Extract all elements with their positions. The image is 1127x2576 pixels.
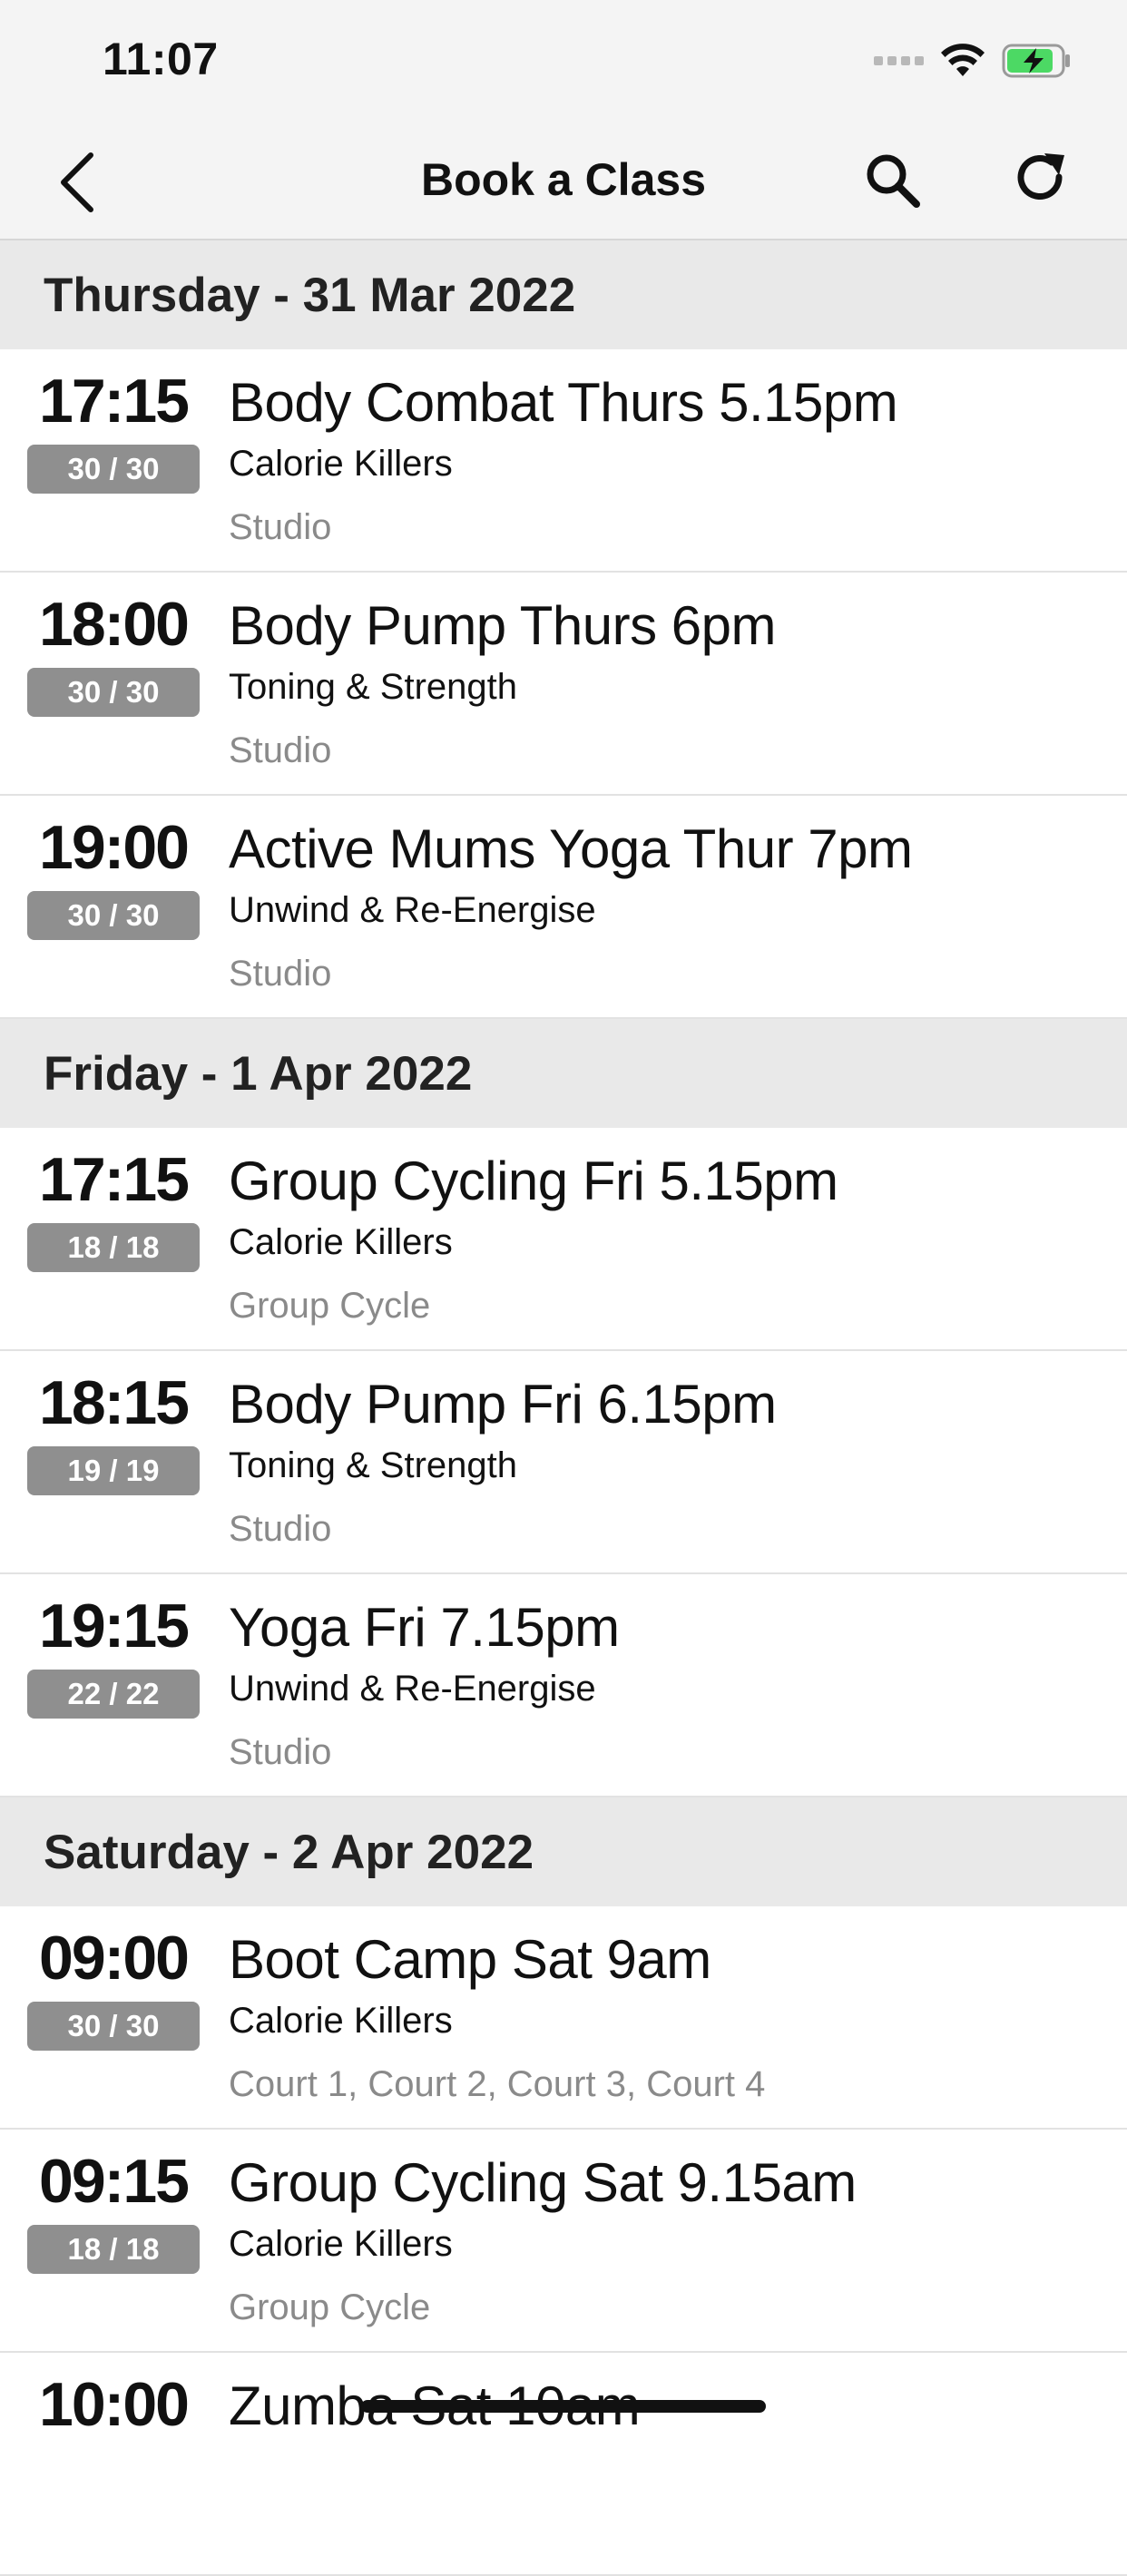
class-row[interactable]: 17:15 18 / 18 Group Cycling Fri 5.15pm C… [0,1128,1127,1351]
section-header-thursday: Thursday - 31 Mar 2022 [0,240,1127,349]
class-category: Calorie Killers [229,1222,453,1262]
class-time: 17:15 [39,367,190,436]
class-location: Group Cycle [229,2287,431,2327]
class-category: Calorie Killers [229,2001,453,2041]
battery-charging-icon [1002,44,1070,78]
wifi-icon [941,44,985,76]
spaces-badge: 18 / 18 [27,1223,200,1272]
class-location: Studio [229,507,332,547]
class-location: Studio [229,954,332,994]
class-row[interactable]: 18:00 30 / 30 Body Pump Thurs 6pm Toning… [0,573,1127,796]
spaces-badge: 30 / 30 [27,445,200,494]
class-time: 10:00 [39,2370,190,2439]
status-icons [874,38,1073,83]
navigation-bar: Book a Class [0,122,1127,240]
class-time: 19:00 [39,813,190,882]
class-category: Unwind & Re-Energise [229,890,596,930]
status-time: 11:07 [103,34,219,84]
class-row[interactable]: 10:00 Zumba Sat 10am [0,2353,1127,2576]
spaces-badge: 30 / 30 [27,891,200,940]
spaces-badge: 30 / 30 [27,668,200,717]
page-title: Book a Class [420,154,706,205]
class-location: Studio [229,1509,332,1549]
class-category: Toning & Strength [229,667,517,707]
spaces-badge: 22 / 22 [27,1670,200,1719]
section-header-saturday: Saturday - 2 Apr 2022 [0,1797,1127,1906]
class-name: Active Mums Yoga Thur 7pm [229,818,913,879]
section-header-friday: Friday - 1 Apr 2022 [0,1019,1127,1128]
class-name: Body Pump Fri 6.15pm [229,1374,777,1435]
class-name: Group Cycling Sat 9.15am [229,2152,857,2213]
spaces-badge: 19 / 19 [27,1446,200,1495]
class-location: Studio [229,730,332,770]
class-list: Thursday - 31 Mar 2022 17:15 30 / 30 Bod… [0,240,1127,2576]
class-name: Boot Camp Sat 9am [229,1929,711,1990]
class-row[interactable]: 17:15 30 / 30 Body Combat Thurs 5.15pm C… [0,349,1127,573]
class-category: Calorie Killers [229,2224,453,2264]
class-row[interactable]: 18:15 19 / 19 Body Pump Fri 6.15pm Tonin… [0,1351,1127,1574]
home-indicator[interactable] [361,2400,766,2413]
class-row[interactable]: 09:15 18 / 18 Group Cycling Sat 9.15am C… [0,2130,1127,2353]
class-time: 17:15 [39,1145,190,1214]
refresh-icon[interactable] [1012,150,1070,208]
class-name: Group Cycling Fri 5.15pm [229,1151,838,1211]
status-bar: 11:07 [0,0,1127,122]
class-time: 18:00 [39,590,190,659]
class-category: Toning & Strength [229,1445,517,1485]
spaces-badge: 18 / 18 [27,2225,200,2274]
class-time: 09:15 [39,2147,190,2216]
class-name: Body Combat Thurs 5.15pm [229,372,898,433]
class-category: Calorie Killers [229,444,453,484]
class-row[interactable]: 19:00 30 / 30 Active Mums Yoga Thur 7pm … [0,796,1127,1019]
spaces-badge: 30 / 30 [27,2002,200,2051]
search-icon[interactable] [862,150,924,211]
class-name: Yoga Fri 7.15pm [229,1597,620,1658]
class-time: 18:15 [39,1368,190,1437]
class-time: 19:15 [39,1592,190,1660]
class-category: Unwind & Re-Energise [229,1669,596,1709]
class-row[interactable]: 09:00 30 / 30 Boot Camp Sat 9am Calorie … [0,1906,1127,2130]
class-location: Group Cycle [229,1286,431,1326]
class-row[interactable]: 19:15 22 / 22 Yoga Fri 7.15pm Unwind & R… [0,1574,1127,1797]
class-time: 09:00 [39,1924,190,1993]
class-location: Studio [229,1732,332,1772]
class-location: Court 1, Court 2, Court 3, Court 4 [229,2064,766,2104]
cellular-signal-icon [874,56,924,65]
class-name: Body Pump Thurs 6pm [229,595,777,656]
